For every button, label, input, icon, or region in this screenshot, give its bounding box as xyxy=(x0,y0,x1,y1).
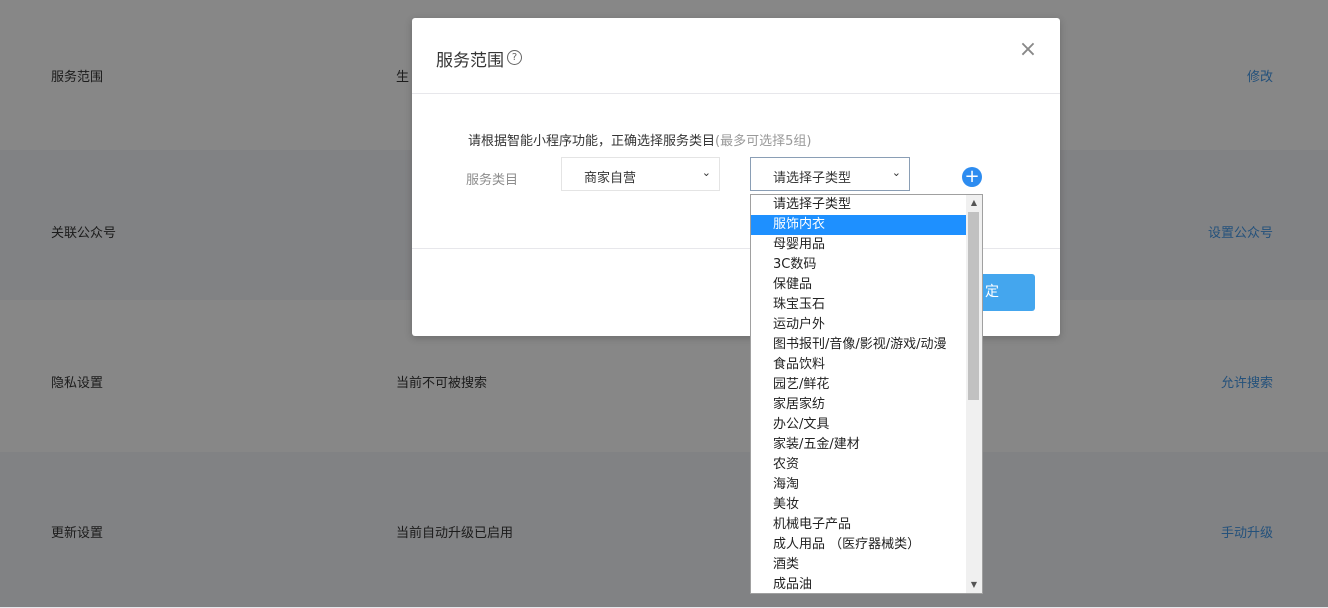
dropdown-option[interactable]: 酒类 xyxy=(751,555,966,575)
scroll-down-icon[interactable]: ▼ xyxy=(966,577,982,593)
dropdown-option[interactable]: 运动户外 xyxy=(751,315,966,335)
dropdown-option[interactable]: 美妆 xyxy=(751,495,966,515)
dropdown-option[interactable]: 保健品 xyxy=(751,275,966,295)
category-select[interactable]: 商家自营 ⌄ xyxy=(561,157,720,191)
subtype-select-value: 请选择子类型 xyxy=(773,171,852,186)
subtype-dropdown-list[interactable]: 请选择子类型 服饰内衣 母婴用品 3C数码 保健品 珠宝玉石 运动户外 图书报刊/音像/影视/… xyxy=(750,194,983,594)
chevron-down-icon: ⌄ xyxy=(891,166,901,179)
dropdown-option[interactable]: 机械电子产品 xyxy=(751,515,966,535)
hint-text: 请根据智能小程序功能，正确选择服务类目 xyxy=(468,134,716,149)
dropdown-option[interactable]: 珠宝玉石 xyxy=(751,295,966,315)
confirm-button-label: 定 xyxy=(985,284,999,300)
service-category-label: 服务类目 xyxy=(466,173,519,188)
chevron-down-icon: ⌄ xyxy=(701,166,711,179)
dropdown-option[interactable]: 母婴用品 xyxy=(751,235,966,255)
dropdown-option[interactable]: 请选择子类型 xyxy=(751,195,966,215)
dropdown-option[interactable]: 食品饮料 xyxy=(751,355,966,375)
dropdown-option[interactable]: 图书报刊/音像/影视/游戏/动漫 xyxy=(751,335,966,355)
subtype-select[interactable]: 请选择子类型 ⌄ xyxy=(750,157,910,191)
scroll-thumb[interactable] xyxy=(968,212,979,400)
dropdown-option[interactable]: 海淘 xyxy=(751,475,966,495)
scroll-up-icon[interactable]: ▲ xyxy=(966,195,982,211)
dialog-header: 服务范围 ? × xyxy=(412,18,1060,94)
help-icon[interactable]: ? xyxy=(507,50,522,65)
dropdown-option[interactable]: 办公/文具 xyxy=(751,415,966,435)
dropdown-option[interactable]: 成品油 xyxy=(751,575,966,593)
hint-sub-text: (最多可选择5组) xyxy=(715,134,812,149)
dropdown-option[interactable]: 家居家纺 xyxy=(751,395,966,415)
close-icon[interactable]: × xyxy=(1018,39,1038,61)
dropdown-option[interactable]: 家装/五金/建材 xyxy=(751,435,966,455)
dialog-title: 服务范围 xyxy=(436,51,504,71)
dialog-hint: 请根据智能小程序功能，正确选择服务类目(最多可选择5组) xyxy=(468,130,811,149)
category-select-value: 商家自营 xyxy=(584,171,637,186)
dropdown-option[interactable]: 服饰内衣 xyxy=(751,215,966,235)
dropdown-option[interactable]: 成人用品 （医疗器械类） xyxy=(751,535,966,555)
dropdown-scrollbar[interactable]: ▲ ▼ xyxy=(966,195,982,593)
dropdown-option[interactable]: 农资 xyxy=(751,455,966,475)
add-category-icon[interactable]: + xyxy=(962,167,982,187)
dropdown-option[interactable]: 3C数码 xyxy=(751,255,966,275)
dropdown-option[interactable]: 园艺/鲜花 xyxy=(751,375,966,395)
